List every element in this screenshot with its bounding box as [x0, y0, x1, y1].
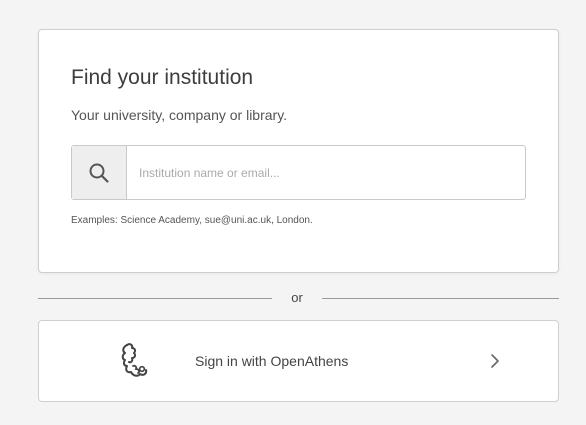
search-examples-hint: Examples: Science Academy, sue@uni.ac.uk… — [71, 215, 313, 226]
search-icon — [89, 163, 109, 183]
institution-search-input[interactable] — [127, 146, 525, 199]
institution-search-box — [71, 145, 526, 200]
openathens-logo-icon — [121, 343, 148, 377]
openathens-signin-label: Sign in with OpenAthens — [195, 353, 349, 369]
find-institution-card: Find your institution Your university, c… — [38, 29, 559, 273]
search-button[interactable] — [72, 146, 127, 199]
or-divider: or — [38, 288, 559, 308]
page-title: Find your institution — [71, 66, 254, 89]
chevron-right-icon — [491, 354, 499, 368]
subtitle: Your university, company or library. — [71, 107, 288, 123]
divider-line-right — [322, 298, 559, 299]
divider-line-left — [38, 298, 272, 299]
divider-label: or — [291, 290, 303, 305]
openathens-signin-button[interactable]: Sign in with OpenAthens — [38, 320, 559, 402]
